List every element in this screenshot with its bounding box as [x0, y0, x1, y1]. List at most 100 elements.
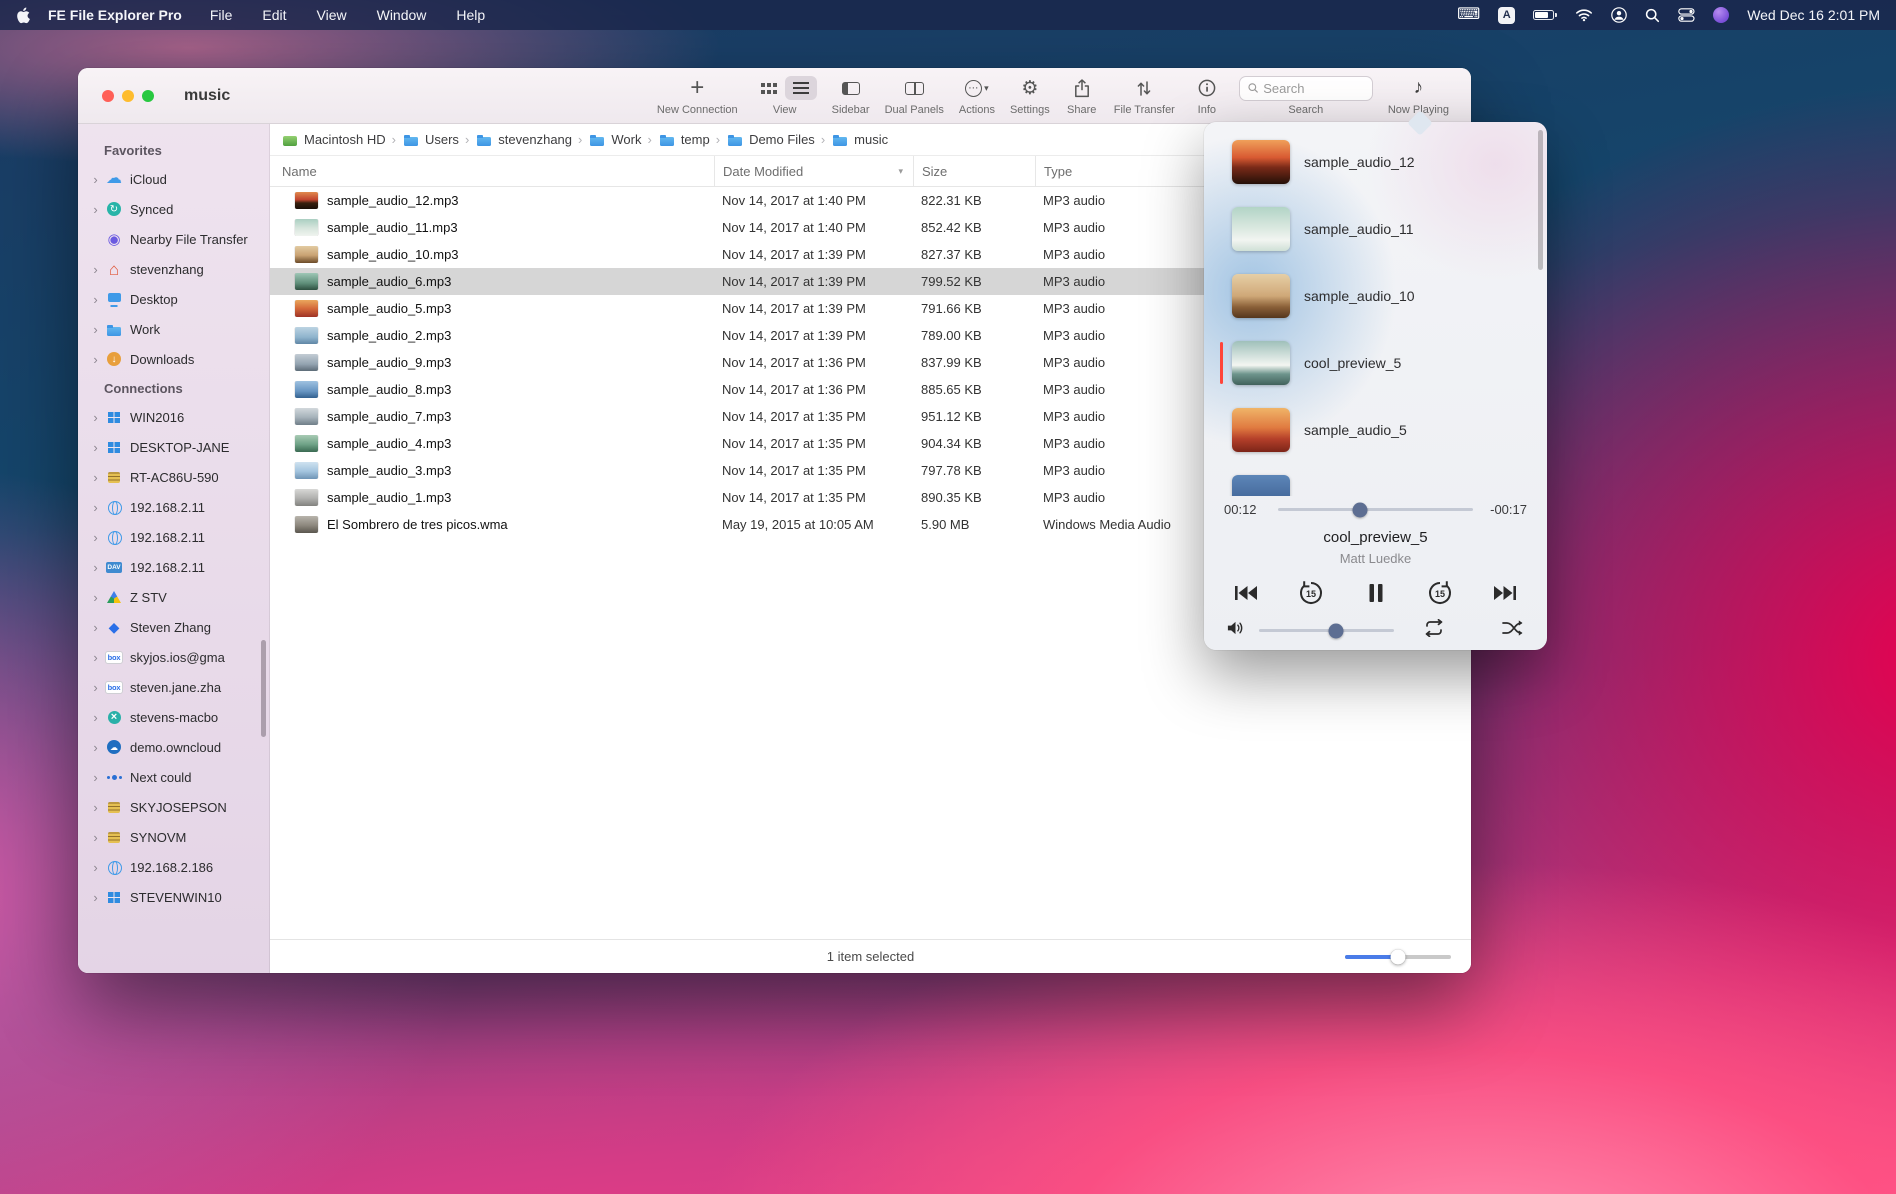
search-input[interactable]	[1263, 81, 1364, 96]
grid-view-button[interactable]	[753, 76, 785, 100]
zoom-button[interactable]	[142, 90, 154, 102]
previous-track-button[interactable]	[1230, 579, 1262, 607]
sidebar-connection-item[interactable]: › RT-AC86U-590	[78, 462, 269, 492]
chevron-right-icon[interactable]: ›	[90, 680, 101, 695]
chevron-right-icon[interactable]: ›	[90, 590, 101, 605]
spotlight-search-icon[interactable]	[1645, 8, 1660, 23]
sidebar-connection-item[interactable]: › Next could	[78, 762, 269, 792]
chevron-right-icon[interactable]: ›	[90, 860, 101, 875]
battery-icon[interactable]	[1533, 10, 1557, 20]
playlist-track[interactable]: sample_audio_5	[1204, 396, 1547, 463]
column-header-size[interactable]: Size	[913, 156, 1035, 186]
sidebar-favorite-item[interactable]: › stevenzhang	[78, 254, 269, 284]
menu-item[interactable]: View	[317, 7, 347, 23]
breadcrumb-item[interactable]: Demo Files ›	[727, 132, 825, 147]
breadcrumb-item[interactable]: temp ›	[659, 132, 720, 147]
status-app-icon[interactable]	[1713, 7, 1729, 23]
chevron-right-icon[interactable]: ›	[90, 830, 101, 845]
chevron-right-icon[interactable]: ›	[90, 500, 101, 515]
volume-icon[interactable]	[1226, 620, 1245, 641]
chevron-right-icon[interactable]: ›	[90, 352, 101, 367]
progress-knob[interactable]	[1352, 502, 1367, 517]
playlist-scrollbar[interactable]	[1538, 130, 1543, 270]
sidebar-connection-item[interactable]: › 192.168.2.11	[78, 492, 269, 522]
sidebar-connection-item[interactable]: › 192.168.2.11	[78, 552, 269, 582]
sidebar-connection-item[interactable]: › SYNOVM	[78, 822, 269, 852]
sidebar-connection-item[interactable]: › 192.168.2.186	[78, 852, 269, 882]
menu-item[interactable]: Help	[456, 7, 485, 23]
playlist-track[interactable]: sample_audio_12	[1204, 128, 1547, 195]
menu-item[interactable]: Edit	[262, 7, 286, 23]
chevron-right-icon[interactable]: ›	[90, 202, 101, 217]
menu-item[interactable]: Window	[377, 7, 427, 23]
sidebar-favorite-item[interactable]: › Desktop	[78, 284, 269, 314]
chevron-right-icon[interactable]: ›	[90, 470, 101, 485]
chevron-right-icon[interactable]: ›	[90, 620, 101, 635]
info-button[interactable]: Info	[1190, 76, 1224, 116]
new-connection-button[interactable]: + New Connection	[657, 76, 738, 116]
progress-slider[interactable]	[1278, 508, 1473, 511]
breadcrumb-item[interactable]: stevenzhang ›	[476, 132, 582, 147]
chevron-right-icon[interactable]: ›	[90, 770, 101, 785]
playlist-track[interactable]	[1204, 463, 1547, 496]
chevron-right-icon[interactable]: ›	[90, 262, 101, 277]
sidebar-scrollbar[interactable]	[261, 640, 266, 737]
chevron-right-icon[interactable]: ›	[90, 890, 101, 905]
next-track-button[interactable]	[1489, 579, 1521, 607]
menu-app-name[interactable]: FE File Explorer Pro	[48, 7, 182, 23]
forward-15-button[interactable]: 15	[1424, 579, 1456, 607]
pause-button[interactable]	[1360, 579, 1392, 607]
sidebar-favorite-item[interactable]: › iCloud	[78, 164, 269, 194]
control-center-icon[interactable]	[1678, 8, 1695, 22]
sidebar-connection-item[interactable]: › skyjos.ios@gma	[78, 642, 269, 672]
chevron-right-icon[interactable]: ›	[90, 800, 101, 815]
shuffle-button[interactable]	[1501, 619, 1525, 642]
sidebar-connection-item[interactable]: › SKYJOSEPSON	[78, 792, 269, 822]
dual-panels-button[interactable]: Dual Panels	[885, 76, 944, 116]
chevron-right-icon[interactable]: ›	[90, 560, 101, 575]
volume-slider[interactable]	[1259, 629, 1394, 632]
zoom-slider-track[interactable]	[1345, 955, 1451, 959]
sidebar-favorite-item[interactable]: › Downloads	[78, 344, 269, 374]
input-source-icon[interactable]: A	[1498, 7, 1515, 24]
playlist-track[interactable]: sample_audio_11	[1204, 195, 1547, 262]
column-header-date[interactable]: Date Modified▾	[714, 156, 913, 186]
file-transfer-button[interactable]: File Transfer	[1114, 76, 1175, 116]
now-playing-button[interactable]: ♪ Now Playing	[1388, 76, 1449, 116]
volume-knob[interactable]	[1329, 623, 1344, 638]
sidebar-favorite-item[interactable]: › Synced	[78, 194, 269, 224]
zoom-slider-knob[interactable]	[1391, 949, 1406, 964]
chevron-right-icon[interactable]: ›	[90, 410, 101, 425]
close-button[interactable]	[102, 90, 114, 102]
sidebar-connection-item[interactable]: › demo.owncloud	[78, 732, 269, 762]
rewind-15-button[interactable]: 15	[1295, 579, 1327, 607]
menu-item[interactable]: File	[210, 7, 233, 23]
chevron-right-icon[interactable]: ›	[90, 322, 101, 337]
sidebar-connection-item[interactable]: › WIN2016	[78, 402, 269, 432]
chevron-right-icon[interactable]: ›	[90, 530, 101, 545]
chevron-right-icon[interactable]: ›	[90, 172, 101, 187]
sidebar-connection-item[interactable]: › STEVENWIN10	[78, 882, 269, 912]
chevron-right-icon[interactable]: ›	[90, 740, 101, 755]
share-button[interactable]: Share	[1065, 76, 1099, 116]
playlist-track[interactable]: sample_audio_10	[1204, 262, 1547, 329]
actions-button[interactable]: ⋯ ▾ Actions	[959, 76, 995, 116]
chevron-right-icon[interactable]: ›	[90, 650, 101, 665]
breadcrumb-item[interactable]: Work ›	[589, 132, 651, 147]
sidebar-connection-item[interactable]: › steven.jane.zha	[78, 672, 269, 702]
settings-button[interactable]: ⚙ Settings	[1010, 76, 1050, 116]
user-account-icon[interactable]	[1611, 7, 1627, 23]
breadcrumb-item[interactable]: Users ›	[403, 132, 469, 147]
sidebar-favorite-item[interactable]: › Work	[78, 314, 269, 344]
sidebar-connection-item[interactable]: › Steven Zhang	[78, 612, 269, 642]
sidebar-connection-item[interactable]: › 192.168.2.11	[78, 522, 269, 552]
sidebar-connection-item[interactable]: › Z STV	[78, 582, 269, 612]
sidebar-toggle-button[interactable]: Sidebar	[832, 76, 870, 116]
column-header-name[interactable]: Name	[270, 156, 714, 186]
playlist-track[interactable]: cool_preview_5	[1204, 329, 1547, 396]
list-view-button[interactable]	[785, 76, 817, 100]
minimize-button[interactable]	[122, 90, 134, 102]
wifi-icon[interactable]	[1575, 8, 1593, 22]
chevron-right-icon[interactable]: ›	[90, 292, 101, 307]
chevron-right-icon[interactable]: ›	[90, 440, 101, 455]
